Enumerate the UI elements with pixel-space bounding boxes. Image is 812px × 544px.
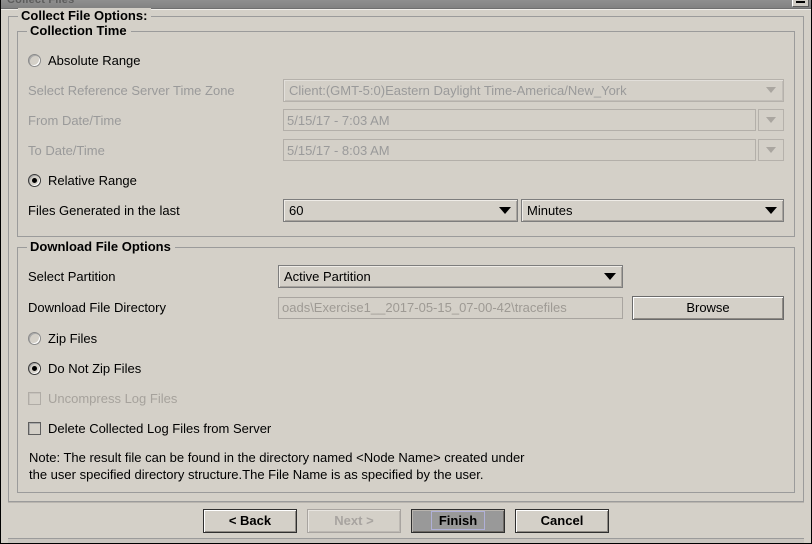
relative-range-radio[interactable]: Relative Range	[28, 173, 137, 188]
select-partition-row: Select Partition Active Partition	[28, 261, 784, 292]
do-not-zip-files-radio[interactable]: Do Not Zip Files	[28, 361, 141, 376]
dialog-body: Collect File Options: Collection Time Ab…	[1, 8, 811, 543]
download-directory-value: oads\Exercise1__2017-05-15_07-00-42\trac…	[282, 300, 567, 315]
chevron-down-icon	[598, 266, 622, 287]
chevron-down-icon	[766, 147, 776, 153]
relative-range-label: Relative Range	[48, 172, 137, 188]
do-not-zip-files-row: Do Not Zip Files	[28, 353, 784, 383]
select-partition-value: Active Partition	[284, 269, 371, 284]
from-datetime-dropdown-button[interactable]	[758, 109, 784, 131]
zip-files-radio[interactable]: Zip Files	[28, 331, 97, 346]
from-datetime-row: From Date/Time 5/15/17 - 7:03 AM	[28, 105, 784, 135]
delete-collected-log-files-row: Delete Collected Log Files from Server	[28, 413, 784, 443]
next-button: Next >	[307, 508, 401, 533]
time-zone-value: Client:(GMT-5:0)Eastern Daylight Time-Am…	[289, 82, 627, 98]
chevron-down-icon	[759, 80, 783, 101]
from-datetime-field[interactable]: 5/15/17 - 7:03 AM	[283, 109, 756, 131]
download-file-options-group: Download File Options Select Partition A…	[17, 239, 795, 493]
time-zone-label: Select Reference Server Time Zone	[28, 82, 235, 98]
files-generated-label: Files Generated in the last	[28, 203, 180, 218]
dialog-bottom-edge	[8, 538, 804, 543]
relative-range-row: Relative Range	[28, 165, 784, 195]
chevron-down-icon	[766, 117, 776, 123]
to-datetime-field[interactable]: 5/15/17 - 8:03 AM	[283, 139, 756, 161]
time-zone-combo[interactable]: Client:(GMT-5:0)Eastern Daylight Time-Am…	[283, 78, 784, 102]
collect-file-options-title: Collect File Options:	[18, 8, 152, 23]
to-datetime-label: To Date/Time	[28, 142, 105, 158]
cancel-button[interactable]: Cancel	[515, 508, 609, 533]
finish-button-label: Finish	[430, 511, 486, 530]
select-partition-label: Select Partition	[28, 269, 116, 284]
to-datetime-row: To Date/Time 5/15/17 - 8:03 AM	[28, 135, 784, 165]
download-directory-field[interactable]: oads\Exercise1__2017-05-15_07-00-42\trac…	[278, 296, 623, 319]
uncompress-log-files-checkbox[interactable]: Uncompress Log Files	[28, 391, 177, 406]
absolute-range-radio[interactable]: Absolute Range	[28, 53, 141, 68]
absolute-range-row: Absolute Range	[28, 45, 784, 75]
back-button-label: < Back	[228, 513, 272, 528]
checkbox-icon-uncompress-log-files	[28, 391, 41, 405]
note-line-1: Note: The result file can be found in th…	[29, 450, 525, 465]
do-not-zip-files-label: Do Not Zip Files	[48, 360, 142, 376]
browse-button-label: Browse	[686, 300, 730, 315]
files-generated-row: Files Generated in the last 60 Minutes	[28, 195, 784, 226]
collect-file-options-group: Collect File Options: Collection Time Ab…	[8, 8, 804, 502]
zip-files-label: Zip Files	[48, 330, 98, 346]
browse-button[interactable]: Browse	[632, 295, 784, 320]
to-datetime-dropdown-button[interactable]	[758, 139, 784, 161]
time-zone-row: Select Reference Server Time Zone Client…	[28, 75, 784, 105]
uncompress-log-files-row: Uncompress Log Files	[28, 383, 784, 413]
radio-icon-do-not-zip-files	[28, 361, 41, 375]
collection-time-title: Collection Time	[27, 23, 131, 38]
chevron-down-icon	[759, 200, 783, 221]
radio-icon-relative-range	[28, 173, 41, 187]
finish-button[interactable]: Finish	[411, 508, 505, 533]
from-datetime-value: 5/15/17 - 7:03 AM	[287, 112, 390, 128]
to-datetime-value: 5/15/17 - 8:03 AM	[287, 142, 390, 158]
window-title: Collect Files	[7, 0, 791, 6]
files-generated-unit-value: Minutes	[527, 203, 573, 218]
uncompress-log-files-label: Uncompress Log Files	[48, 390, 178, 406]
radio-icon-zip-files	[28, 331, 41, 345]
download-directory-row: Download File Directory oads\Exercise1__…	[28, 292, 784, 323]
close-button[interactable]	[792, 0, 809, 7]
download-file-options-title: Download File Options	[27, 239, 175, 254]
checkbox-icon-delete-collected-log-files	[28, 421, 41, 435]
note-text: Note: The result file can be found in th…	[28, 449, 784, 483]
delete-collected-log-files-checkbox[interactable]: Delete Collected Log Files from Server	[28, 421, 271, 436]
note-line-2: the user specified directory structure.T…	[29, 467, 484, 482]
collection-time-group: Collection Time Absolute Range Select Re…	[17, 23, 795, 237]
files-generated-amount-combo[interactable]: 60	[283, 199, 518, 222]
collect-files-dialog: Collect Files Collect File Options: Coll…	[0, 0, 812, 544]
absolute-range-label: Absolute Range	[48, 52, 141, 68]
close-icon	[796, 0, 805, 3]
cancel-button-label: Cancel	[540, 513, 584, 528]
next-button-label: Next >	[334, 513, 374, 528]
from-datetime-label: From Date/Time	[28, 112, 122, 128]
delete-collected-log-files-label: Delete Collected Log Files from Server	[48, 420, 272, 436]
wizard-button-bar: < Back Next > Finish Cancel	[8, 502, 804, 538]
chevron-down-icon	[493, 200, 517, 221]
zip-files-row: Zip Files	[28, 323, 784, 353]
files-generated-unit-combo[interactable]: Minutes	[521, 199, 784, 222]
download-directory-label: Download File Directory	[28, 300, 166, 315]
radio-icon-absolute-range	[28, 53, 41, 67]
back-button[interactable]: < Back	[203, 508, 297, 533]
select-partition-combo[interactable]: Active Partition	[278, 265, 623, 288]
files-generated-amount-value: 60	[289, 203, 304, 218]
